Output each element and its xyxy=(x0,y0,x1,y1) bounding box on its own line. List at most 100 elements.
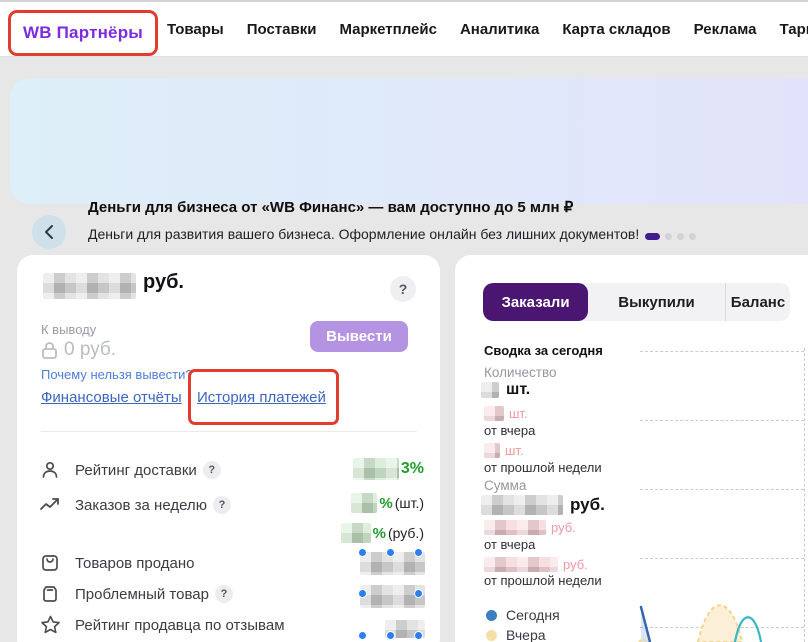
legend-today: Сегодня xyxy=(486,607,560,623)
stat-value-percent: % xyxy=(372,524,386,542)
selection-handle[interactable] xyxy=(358,548,367,557)
legend-dot-yesterday xyxy=(486,629,497,641)
chart-gridline xyxy=(640,558,804,559)
carousel-dot-active[interactable] xyxy=(645,233,660,240)
stat-value-unit: (руб.) xyxy=(387,525,424,541)
balance-card: руб. ? К выводу 0 руб. Почему нельзя выв… xyxy=(17,255,440,642)
banner-subtitle: Деньги для развития вашего бизнеса. Офор… xyxy=(88,226,640,242)
divider xyxy=(41,431,417,432)
chart-gridline xyxy=(640,420,804,421)
stat-label: Рейтинг продавца по отзывам xyxy=(75,616,285,634)
banner-title: Деньги для бизнеса от «WB Финанс» — вам … xyxy=(88,199,574,216)
top-navbar: WB Партнёры Товары Поставки Маркетплейс … xyxy=(0,0,808,57)
legend-yesterday: Вчера xyxy=(486,627,546,642)
nav-item-tovary[interactable]: Товары xyxy=(167,21,224,38)
stat-label: Проблемный товар xyxy=(75,585,209,603)
tab-bought-out[interactable]: Выкупили xyxy=(588,283,725,321)
sum-value: руб. xyxy=(481,495,605,515)
quantity-label: Количество xyxy=(484,365,557,380)
selection-handle[interactable] xyxy=(358,589,367,598)
legend-dot-today xyxy=(486,609,497,621)
payment-history-annotation-box xyxy=(188,369,339,425)
redacted-balance-amount xyxy=(43,273,136,299)
redacted-value xyxy=(484,557,558,572)
delta-caption: от прошлой недели xyxy=(484,573,602,588)
redacted-value xyxy=(340,523,371,543)
stat-label: Рейтинг доставки xyxy=(75,461,197,479)
logo-wb-partners[interactable]: WB Партнёры xyxy=(23,23,143,43)
nav-item-marketplace[interactable]: Маркетплейс xyxy=(339,21,436,38)
quantity-delta-yesterday: шт. xyxy=(484,406,528,421)
nav-item-karta-skladov[interactable]: Карта складов xyxy=(562,21,670,38)
why-cannot-withdraw-link[interactable]: Почему нельзя вывести? xyxy=(41,367,193,382)
orders-chart[interactable] xyxy=(635,583,808,642)
stat-value-unit: (шт.) xyxy=(394,495,424,511)
redacted-value xyxy=(352,458,399,480)
lock-icon xyxy=(42,342,57,359)
main-menu: Товары Поставки Маркетплейс Аналитика Ка… xyxy=(167,2,808,57)
stat-help-button[interactable]: ? xyxy=(202,461,221,479)
sum-unit: руб. xyxy=(570,495,605,514)
wb-partners-dashboard: WB Партнёры Товары Поставки Маркетплейс … xyxy=(0,0,808,642)
carousel-indicator xyxy=(645,233,696,240)
delivery-rating-value: 3% xyxy=(352,458,424,480)
weekly-orders-value-rub: % (руб.) xyxy=(340,523,424,543)
carousel-dot[interactable] xyxy=(665,233,672,240)
withdraw-button[interactable]: Вывести xyxy=(310,321,408,352)
redacted-value xyxy=(484,520,546,535)
finance-reports-link[interactable]: Финансовые отчёты xyxy=(41,389,182,406)
star-icon xyxy=(38,613,62,637)
quantity-unit: шт. xyxy=(506,381,531,398)
carousel-dot[interactable] xyxy=(689,233,696,240)
redacted-value xyxy=(481,382,499,398)
logo-annotation-box: WB Партнёры xyxy=(8,10,158,56)
delta-caption: от вчера xyxy=(484,537,536,552)
carousel-dot[interactable] xyxy=(677,233,684,240)
wb-finance-banner[interactable]: Деньги для бизнеса от «WB Финанс» — вам … xyxy=(10,78,808,249)
stat-help-button[interactable]: ? xyxy=(212,496,231,514)
summary-title: Сводка за сегодня xyxy=(484,343,603,358)
tab-ordered[interactable]: Заказали xyxy=(483,283,588,321)
redacted-value xyxy=(484,443,500,458)
stat-row-seller-rating: Рейтинг продавца по отзывам xyxy=(38,613,285,637)
selection-handle[interactable] xyxy=(386,548,395,557)
bag-icon xyxy=(38,551,62,575)
selection-handle[interactable] xyxy=(414,548,423,557)
nav-item-analitika[interactable]: Аналитика xyxy=(460,21,539,38)
delta-unit: руб. xyxy=(551,520,576,535)
stat-row-goods-sold: Товаров продано xyxy=(38,551,195,575)
sum-delta-yesterday: руб. xyxy=(484,520,576,535)
quantity-value: шт. xyxy=(481,381,530,399)
selection-handle[interactable] xyxy=(414,589,423,598)
selection-handle[interactable] xyxy=(414,631,423,640)
withdraw-section-label: К выводу xyxy=(41,322,97,337)
balance-help-button[interactable]: ? xyxy=(390,276,416,302)
nav-item-tarify[interactable]: Тарифы xyxy=(779,21,808,38)
locked-amount: 0 руб. xyxy=(41,339,116,361)
stat-row-delivery-rating: Рейтинг доставки ? xyxy=(38,458,221,482)
sales-summary-card: Заказали Выкупили Баланс Сводка за сегод… xyxy=(455,255,808,642)
selection-handle[interactable] xyxy=(358,631,367,640)
legend-label: Сегодня xyxy=(506,607,560,623)
tab-balance[interactable]: Баланс xyxy=(725,283,790,321)
stat-label: Заказов за неделю xyxy=(75,496,207,514)
nav-item-postavki[interactable]: Поставки xyxy=(247,21,317,38)
delta-caption: от вчера xyxy=(484,423,536,438)
summary-tabs: Заказали Выкупили Баланс xyxy=(483,283,790,321)
stat-value-percent: % xyxy=(379,494,393,512)
locked-amount-value: 0 руб. xyxy=(64,339,117,360)
trend-icon xyxy=(38,493,62,517)
delta-caption: от прошлой недели xyxy=(484,460,602,475)
delta-unit: шт. xyxy=(505,443,524,458)
sum-label: Сумма xyxy=(484,478,527,493)
banner-prev-button[interactable] xyxy=(32,215,66,249)
redacted-value xyxy=(481,495,563,515)
stat-row-problem-goods: Проблемный товар ? xyxy=(38,582,233,606)
stat-help-button[interactable]: ? xyxy=(214,585,233,603)
quantity-delta-lastweek: шт. xyxy=(484,443,524,458)
sum-delta-lastweek: руб. xyxy=(484,557,588,572)
delta-unit: шт. xyxy=(509,406,528,421)
selection-handle[interactable] xyxy=(386,631,395,640)
stat-value-visible: 3% xyxy=(400,460,424,477)
nav-item-reklama[interactable]: Реклама xyxy=(694,21,757,38)
